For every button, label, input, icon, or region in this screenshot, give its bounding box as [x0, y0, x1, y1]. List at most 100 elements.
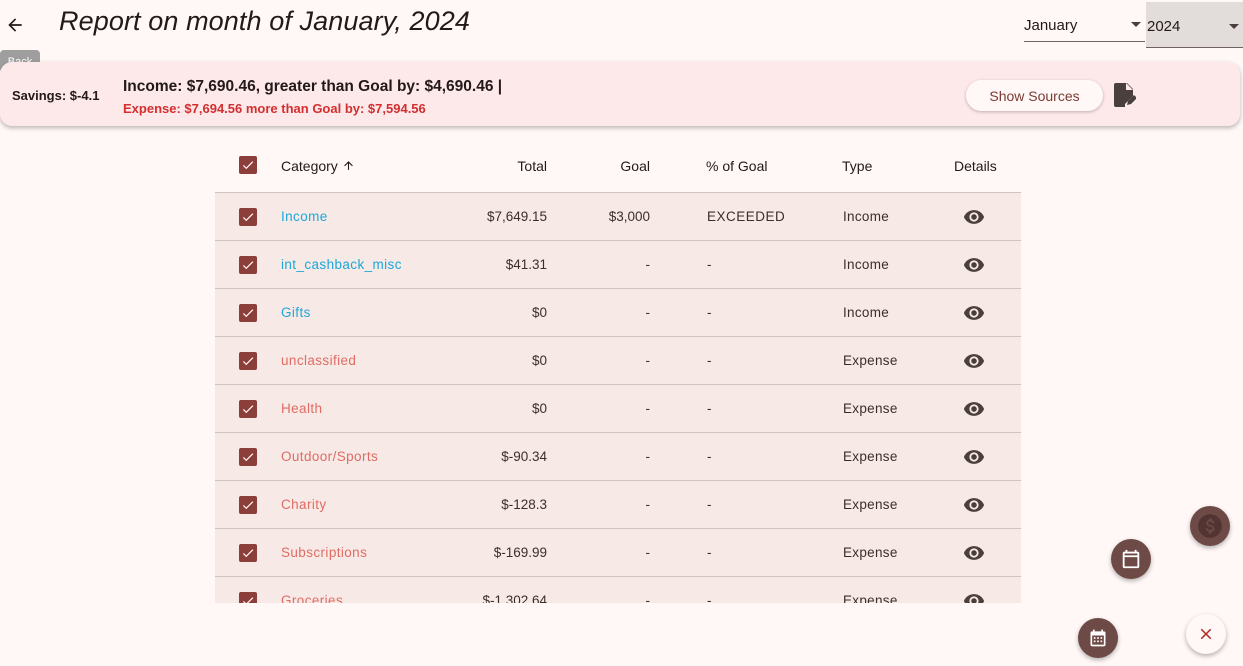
checkbox-checked-icon — [242, 597, 254, 603]
category-name[interactable]: Income — [281, 209, 328, 224]
eye-icon[interactable] — [962, 590, 986, 603]
row-checkbox[interactable] — [239, 256, 257, 274]
back-button[interactable] — [2, 8, 28, 42]
total-value: $-1,302.64 — [482, 593, 547, 603]
header-total[interactable]: Total — [517, 158, 547, 174]
row-checkbox[interactable] — [239, 400, 257, 418]
eye-icon[interactable] — [962, 302, 986, 324]
row-checkbox[interactable] — [239, 352, 257, 370]
table-header: Category Total Goal % of Goal Type Detai… — [215, 140, 1021, 193]
pct-of-goal: - — [707, 305, 712, 320]
type-value: Expense — [843, 401, 898, 416]
total-value: $-128.3 — [501, 497, 547, 512]
checkbox-checked-icon — [242, 309, 254, 318]
row-checkbox[interactable] — [239, 496, 257, 514]
row-checkbox[interactable] — [239, 592, 257, 603]
eye-icon[interactable] — [962, 446, 986, 468]
table-row: unclassified $0 - - Expense — [215, 337, 1021, 385]
total-value: $7,649.15 — [486, 209, 547, 224]
month-value: January — [1024, 17, 1078, 34]
goal-value: - — [645, 401, 651, 416]
checkbox-checked-icon — [242, 405, 254, 414]
total-value: $-90.34 — [501, 449, 547, 464]
close-fab[interactable] — [1186, 614, 1226, 654]
eye-icon[interactable] — [962, 254, 986, 276]
category-name[interactable]: Health — [281, 401, 322, 416]
table-row: Outdoor/Sports $-90.34 - - Expense — [215, 433, 1021, 481]
calendar-fab[interactable] — [1111, 539, 1151, 579]
total-value: $0 — [531, 353, 547, 368]
income-summary: Income: $7,690.46, greater than Goal by:… — [123, 78, 503, 95]
type-value: Income — [843, 209, 890, 224]
pct-of-goal: - — [707, 257, 712, 272]
year-dropdown[interactable]: 2024 — [1146, 2, 1243, 48]
arrow-back-icon — [8, 18, 22, 32]
category-name[interactable]: Groceries — [281, 593, 343, 603]
select-all-checkbox[interactable] — [239, 156, 257, 174]
dollar-icon — [1198, 514, 1222, 538]
type-value: Expense — [843, 497, 898, 512]
file-edit-icon[interactable] — [1114, 83, 1137, 107]
row-checkbox[interactable] — [239, 544, 257, 562]
table-row: Gifts $0 - - Income — [215, 289, 1021, 337]
category-name[interactable]: Charity — [281, 497, 327, 512]
eye-icon[interactable] — [962, 350, 986, 372]
goal-value: - — [645, 497, 651, 512]
type-value: Income — [843, 257, 890, 272]
app-bar: Report on month of January, 2024 January… — [0, 0, 1243, 52]
checkbox-checked-icon — [242, 357, 254, 366]
eye-icon[interactable] — [962, 494, 986, 516]
header-details: Details — [954, 158, 997, 174]
calendar-icon — [1090, 629, 1106, 647]
eye-icon[interactable] — [962, 206, 986, 228]
pct-of-goal: - — [707, 545, 712, 560]
table-row: Groceries $-1,302.64 - - Expense — [215, 577, 1021, 603]
dollar-fab[interactable] — [1190, 506, 1230, 546]
category-name[interactable]: Gifts — [281, 305, 311, 320]
header-category[interactable]: Category — [281, 158, 355, 174]
goal-value: - — [645, 545, 651, 560]
table-row: Subscriptions $-169.99 - - Expense — [215, 529, 1021, 577]
category-name[interactable]: unclassified — [281, 353, 356, 368]
category-name[interactable]: Outdoor/Sports — [281, 449, 378, 464]
pct-of-goal: EXCEEDED — [707, 209, 786, 224]
dropdown-arrow-icon — [1131, 22, 1141, 27]
type-value: Expense — [843, 545, 898, 560]
show-sources-button[interactable]: Show Sources — [966, 80, 1103, 111]
table-row: Charity $-128.3 - - Expense — [215, 481, 1021, 529]
calendar-icon — [1122, 549, 1140, 569]
total-value: $-169.99 — [493, 545, 547, 560]
category-table: Category Total Goal % of Goal Type Detai… — [215, 140, 1021, 603]
checkbox-checked-icon — [242, 549, 254, 558]
page-title: Report on month of January, 2024 — [59, 6, 470, 36]
total-value: $0 — [531, 305, 547, 320]
type-value: Income — [843, 305, 890, 320]
eye-icon[interactable] — [962, 398, 986, 420]
header-pct[interactable]: % of Goal — [706, 158, 767, 174]
type-value: Expense — [843, 353, 898, 368]
expense-summary: Expense: $7,694.56 more than Goal by: $7… — [123, 101, 426, 116]
header-goal[interactable]: Goal — [620, 158, 650, 174]
savings-text: Savings: $-4.1 — [12, 88, 100, 103]
checkbox-checked-icon — [242, 453, 254, 462]
goal-value: - — [645, 449, 651, 464]
table-row: Health $0 - - Expense — [215, 385, 1021, 433]
total-value: $0 — [531, 401, 547, 416]
year-value: 2024 — [1147, 18, 1181, 35]
month-dropdown[interactable]: January — [1024, 10, 1145, 42]
checkbox-checked-icon — [242, 501, 254, 510]
header-type[interactable]: Type — [842, 158, 872, 174]
table-row: int_cashback_misc $41.31 - - Income — [215, 241, 1021, 289]
row-checkbox[interactable] — [239, 448, 257, 466]
row-checkbox[interactable] — [239, 304, 257, 322]
type-value: Expense — [843, 449, 898, 464]
pct-of-goal: - — [707, 497, 712, 512]
category-name[interactable]: int_cashback_misc — [281, 257, 402, 272]
eye-icon[interactable] — [962, 542, 986, 564]
close-icon — [1200, 628, 1212, 640]
pct-of-goal: - — [707, 593, 712, 603]
category-name[interactable]: Subscriptions — [281, 545, 367, 560]
sort-arrow-up-icon — [343, 161, 353, 170]
calendar-grid-fab[interactable] — [1078, 618, 1118, 658]
row-checkbox[interactable] — [239, 208, 257, 226]
